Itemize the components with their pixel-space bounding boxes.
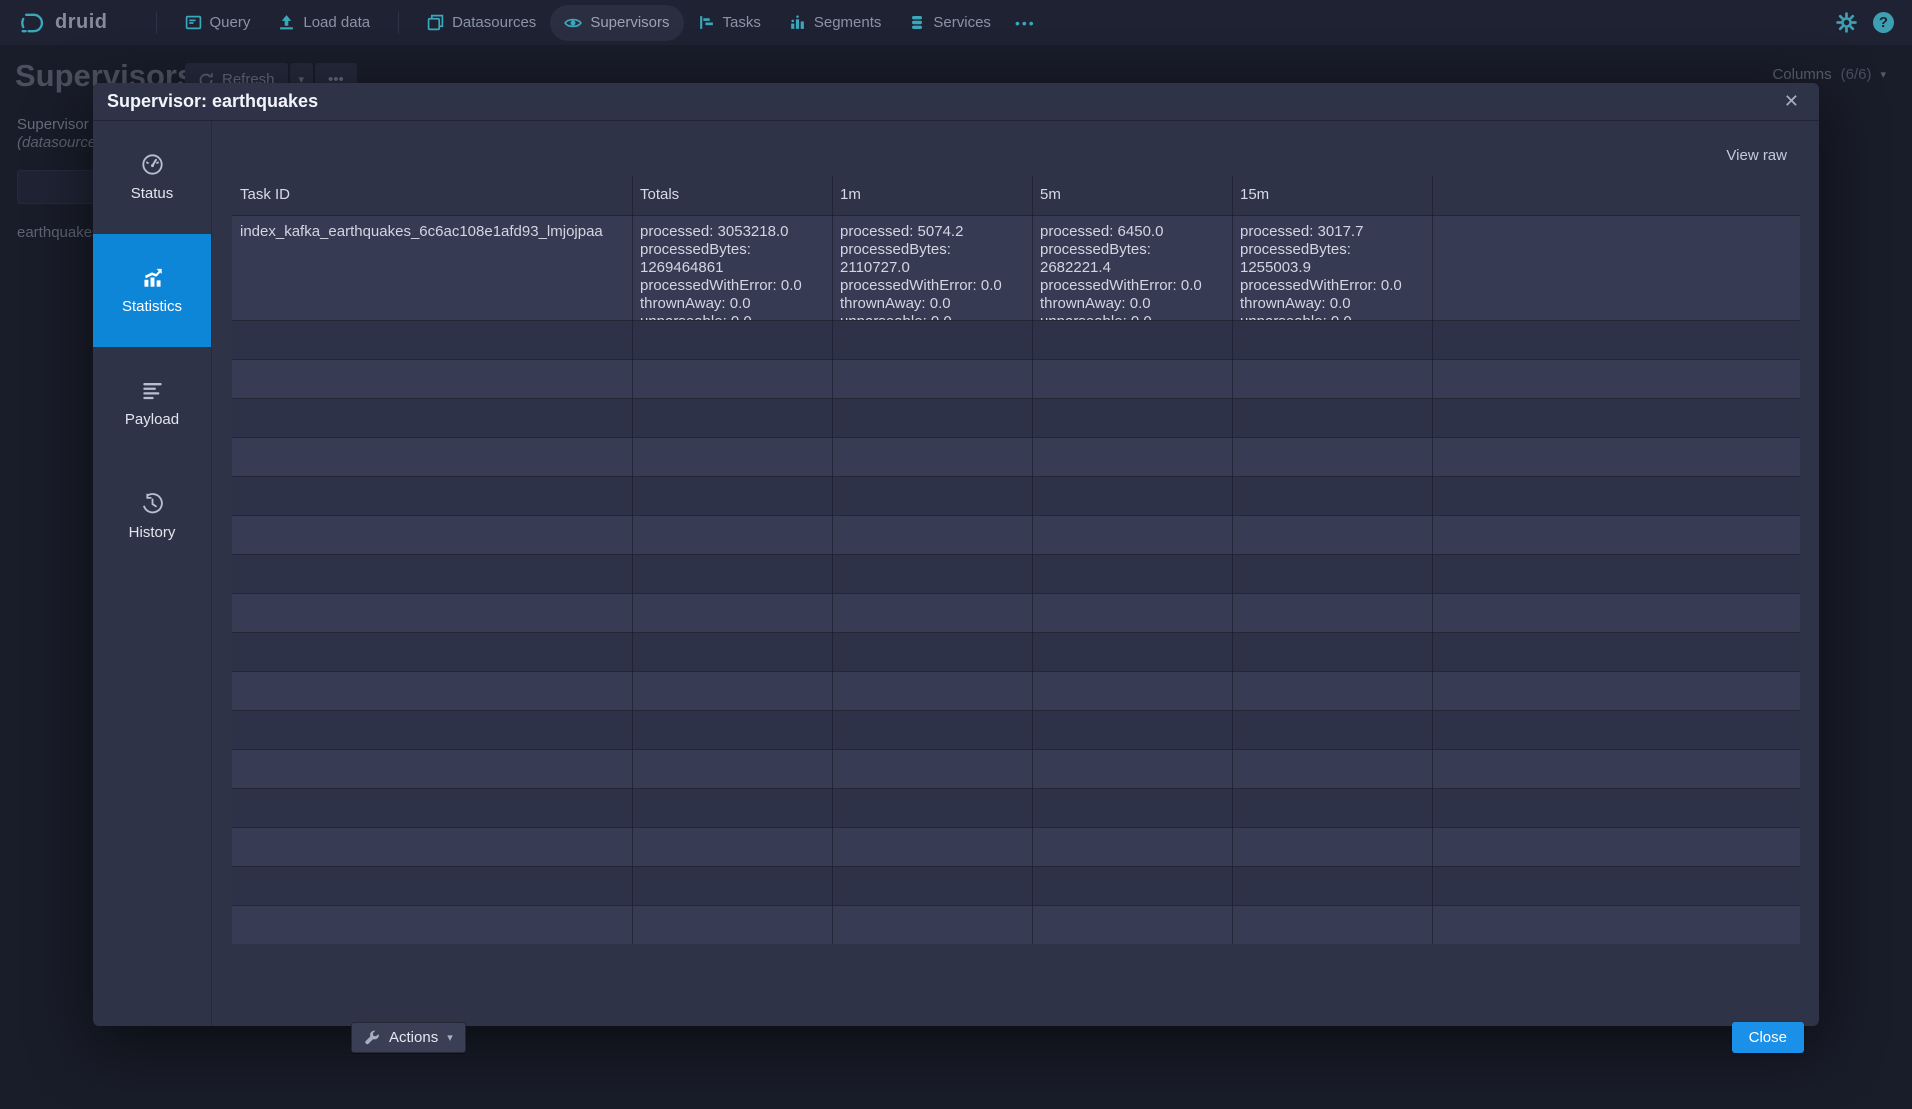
gauge-icon — [141, 153, 164, 176]
cell-1m: processed: 5074.2 processedBytes: 211072… — [832, 216, 1032, 320]
align-left-icon — [141, 379, 164, 402]
druid-logo-icon — [18, 9, 46, 37]
tab-label: Statistics — [122, 298, 182, 315]
datasources-icon — [427, 14, 444, 31]
chevron-down-icon: ▾ — [1880, 68, 1886, 81]
nav-item-segments[interactable]: Segments — [775, 5, 896, 40]
empty-table-row — [232, 320, 1800, 359]
tab-label: History — [129, 524, 176, 541]
dialog-header: Supervisor: earthquakes ✕ — [93, 83, 1819, 121]
close-button[interactable]: Close — [1732, 1022, 1804, 1053]
nav-item-label: Datasources — [452, 14, 536, 31]
database-icon — [909, 14, 925, 31]
tab-label: Payload — [125, 411, 179, 428]
column-divider — [1432, 176, 1433, 944]
nav-more-button[interactable]: ••• — [1005, 6, 1046, 40]
column-header-15m[interactable]: 15m — [1232, 176, 1432, 215]
console-icon — [185, 14, 202, 31]
columns-label: Columns — [1772, 66, 1831, 83]
nav-item-datasources[interactable]: Datasources — [413, 5, 550, 40]
cell-totals: processed: 3053218.0 processedBytes: 126… — [632, 216, 832, 320]
nav-item-tasks[interactable]: Tasks — [684, 5, 775, 40]
eye-icon — [564, 14, 582, 32]
empty-table-row — [232, 827, 1800, 866]
column-divider — [1232, 176, 1233, 944]
column-divider — [832, 176, 833, 944]
nav-item-label: Supervisors — [590, 14, 669, 31]
nav-item-label: Query — [210, 14, 251, 31]
nav-item-label: Services — [933, 14, 991, 31]
empty-table-row — [232, 437, 1800, 476]
supervisor-dialog: Supervisor: earthquakes ✕ Status Statist… — [93, 83, 1819, 1026]
upload-icon — [278, 14, 295, 31]
empty-table-row — [232, 515, 1800, 554]
column-header-totals[interactable]: Totals — [632, 176, 832, 215]
cell-empty — [1432, 216, 1800, 320]
nav-item-services[interactable]: Services — [895, 5, 1005, 40]
columns-dropdown[interactable]: Columns (6/6) ▾ — [1772, 66, 1886, 83]
nav-item-load-data[interactable]: Load data — [264, 5, 384, 40]
bar-chart-icon — [789, 14, 806, 31]
chevron-down-icon: ▾ — [447, 1031, 453, 1044]
columns-count: (6/6) — [1841, 66, 1872, 83]
column-header-1m[interactable]: 1m — [832, 176, 1032, 215]
empty-table-row — [232, 749, 1800, 788]
view-raw-link[interactable]: View raw — [1726, 147, 1787, 164]
gear-icon — [1836, 12, 1857, 33]
history-icon — [141, 492, 164, 515]
empty-table-row — [232, 632, 1800, 671]
nav-item-label: Load data — [303, 14, 370, 31]
stats-table-stripes — [232, 320, 1800, 944]
help-icon[interactable]: ? — [1873, 12, 1894, 33]
dialog-main: View raw Task ID Totals 1m 5m 15m index_… — [212, 121, 1819, 1026]
chart-trend-icon — [141, 266, 164, 289]
cell-task-id: index_kafka_earthquakes_6c6ac108e1afd93_… — [232, 216, 632, 320]
column-header-5m[interactable]: 5m — [1032, 176, 1232, 215]
tab-label: Status — [131, 185, 174, 202]
dialog-title: Supervisor: earthquakes — [107, 91, 318, 112]
table-row[interactable]: index_kafka_earthquakes_6c6ac108e1afd93_… — [232, 215, 1800, 320]
dialog-side-tabs: Status Statistics Payload History — [93, 121, 212, 1026]
tab-payload[interactable]: Payload — [93, 347, 211, 460]
actions-button[interactable]: Actions ▾ — [351, 1022, 466, 1053]
column-divider — [1032, 176, 1033, 944]
empty-table-row — [232, 710, 1800, 749]
tab-statistics[interactable]: Statistics — [93, 234, 211, 347]
column-divider — [632, 176, 633, 944]
supervisor-list-item[interactable]: earthquakes — [17, 224, 100, 241]
empty-table-row — [232, 398, 1800, 437]
top-nav: druid Query Load data Datasources Superv… — [0, 0, 1912, 45]
statistics-table: Task ID Totals 1m 5m 15m index_kafka_ear… — [232, 176, 1800, 944]
empty-table-row — [232, 671, 1800, 710]
nav-separator — [156, 12, 157, 34]
gantt-icon — [698, 14, 715, 31]
empty-table-row — [232, 359, 1800, 398]
close-icon[interactable]: ✕ — [1778, 89, 1805, 114]
tab-history[interactable]: History — [93, 460, 211, 573]
column-header-task-id[interactable]: Task ID — [232, 176, 632, 215]
cell-5m: processed: 6450.0 processedBytes: 268222… — [1032, 216, 1232, 320]
nav-item-query[interactable]: Query — [171, 5, 265, 40]
empty-table-row — [232, 905, 1800, 944]
empty-table-row — [232, 788, 1800, 827]
table-header-row: Task ID Totals 1m 5m 15m — [232, 176, 1800, 215]
nav-item-label: Tasks — [723, 14, 761, 31]
logo-text: druid — [55, 11, 108, 34]
cell-15m: processed: 3017.7 processedBytes: 125500… — [1232, 216, 1432, 320]
empty-table-row — [232, 554, 1800, 593]
nav-separator — [398, 12, 399, 34]
wrench-icon — [364, 1030, 380, 1046]
tab-status[interactable]: Status — [93, 121, 211, 234]
nav-item-supervisors[interactable]: Supervisors — [550, 5, 683, 41]
empty-table-row — [232, 593, 1800, 632]
empty-table-row — [232, 866, 1800, 905]
druid-logo[interactable]: druid — [18, 9, 108, 37]
nav-item-label: Segments — [814, 14, 882, 31]
filter-column-sublabel: (datasource) — [17, 134, 101, 151]
settings-gear-button[interactable] — [1836, 12, 1857, 33]
column-header-empty — [1432, 176, 1800, 215]
actions-label: Actions — [389, 1029, 438, 1046]
empty-table-row — [232, 476, 1800, 515]
